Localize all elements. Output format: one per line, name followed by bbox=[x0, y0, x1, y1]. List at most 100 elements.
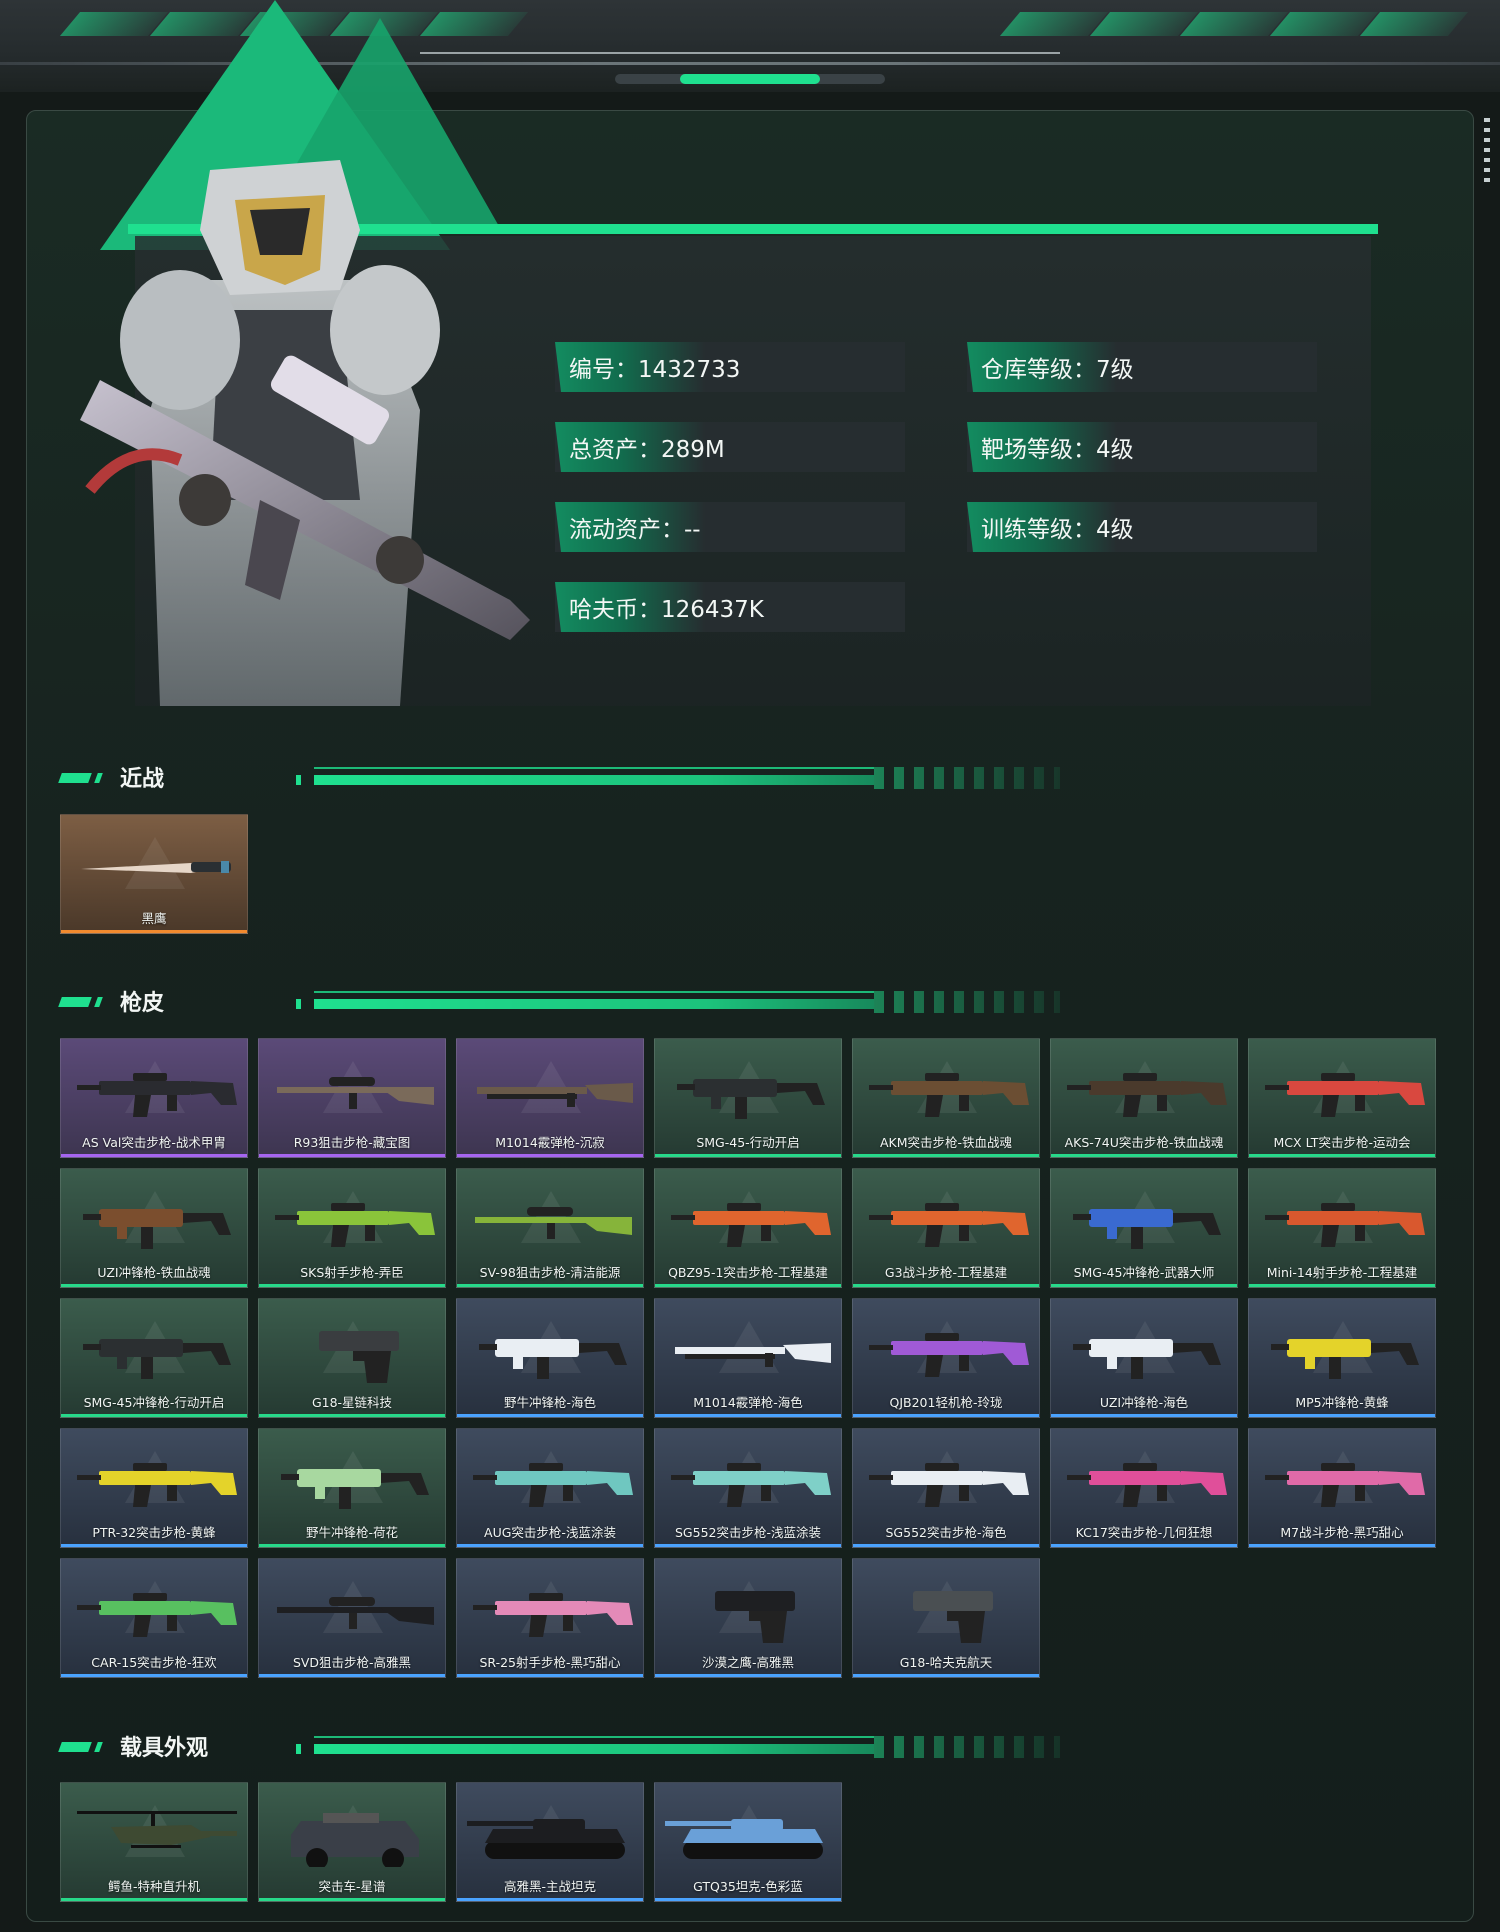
skins-item-card[interactable]: SG552突击步枪-海色 bbox=[852, 1428, 1040, 1548]
item-name: SKS射手步枪-弄臣 bbox=[300, 1265, 404, 1280]
smg-icon bbox=[83, 1339, 231, 1379]
item-name: 野牛冲锋枪-海色 bbox=[503, 1395, 596, 1410]
skins-item-card[interactable]: SMG-45冲锋枪-行动开启 bbox=[60, 1298, 248, 1418]
item-name: AS Val突击步枪-战术甲胄 bbox=[82, 1135, 226, 1150]
header-pill-active bbox=[680, 74, 820, 84]
skins-item-card[interactable]: Mini-14射手步枪-工程基建 bbox=[1248, 1168, 1436, 1288]
skins-item-card[interactable]: MP5冲锋枪-黄蜂 bbox=[1248, 1298, 1436, 1418]
skins-item-card[interactable]: G18-星链科技 bbox=[258, 1298, 446, 1418]
skins-item-card[interactable]: QJB201轻机枪-玲珑 bbox=[852, 1298, 1040, 1418]
skins-item-card[interactable]: MCX LT突击步枪-运动会 bbox=[1248, 1038, 1436, 1158]
skins-item-card[interactable]: G3战斗步枪-工程基建 bbox=[852, 1168, 1040, 1288]
shotgun-icon bbox=[477, 1083, 633, 1107]
sniper-icon bbox=[475, 1207, 632, 1239]
vehicles-item-card[interactable]: 突击车-星谱 bbox=[258, 1782, 446, 1902]
skins-item-card[interactable]: SKS射手步枪-弄臣 bbox=[258, 1168, 446, 1288]
item-name: G18-哈夫克航天 bbox=[899, 1655, 993, 1670]
rarity-bar bbox=[1051, 1414, 1237, 1417]
skins-item-card[interactable]: AS Val突击步枪-战术甲胄 bbox=[60, 1038, 248, 1158]
rarity-bar bbox=[1249, 1284, 1435, 1287]
stat-currency: 哈夫币：126437K bbox=[555, 582, 905, 632]
skins-item-card[interactable]: UZI冲锋枪-铁血战魂 bbox=[60, 1168, 248, 1288]
skins-item-card[interactable]: M1014霰弹枪-海色 bbox=[654, 1298, 842, 1418]
skins-item-card[interactable]: R93狙击步枪-藏宝图 bbox=[258, 1038, 446, 1158]
rifle-icon bbox=[869, 1203, 1029, 1247]
item-name: SMG-45冲锋枪-行动开启 bbox=[83, 1395, 225, 1410]
skins-item-card[interactable]: SMG-45冲锋枪-武器大师 bbox=[1050, 1168, 1238, 1288]
rarity-bar bbox=[457, 1154, 643, 1157]
skins-item-card[interactable]: QBZ95-1突击步枪-工程基建 bbox=[654, 1168, 842, 1288]
rarity-bar bbox=[259, 1898, 445, 1901]
rarity-bar bbox=[655, 1674, 841, 1677]
skins-item-card[interactable]: AKS-74U突击步枪-铁血战魂 bbox=[1050, 1038, 1238, 1158]
skins-item-card[interactable]: 野牛冲锋枪-荷花 bbox=[258, 1428, 446, 1548]
rarity-bar bbox=[259, 1154, 445, 1157]
skins-item-card[interactable]: UZI冲锋枪-海色 bbox=[1050, 1298, 1238, 1418]
smg-icon bbox=[479, 1339, 627, 1379]
rifle-icon bbox=[77, 1073, 237, 1117]
skins-item-card[interactable]: AUG突击步枪-浅蓝涂装 bbox=[456, 1428, 644, 1548]
skins-item-card[interactable]: SVD狙击步枪-高雅黑 bbox=[258, 1558, 446, 1678]
header-stripe bbox=[1359, 12, 1469, 36]
pistol-icon bbox=[319, 1331, 399, 1383]
rifle-icon bbox=[77, 1593, 237, 1637]
skins-item-card[interactable]: M7战斗步枪-黑巧甜心 bbox=[1248, 1428, 1436, 1548]
skins-item-card[interactable]: 野牛冲锋枪-海色 bbox=[456, 1298, 644, 1418]
skins-item-card[interactable]: M1014霰弹枪-沉寂 bbox=[456, 1038, 644, 1158]
tank-icon bbox=[665, 1819, 823, 1859]
rifle-icon bbox=[869, 1073, 1029, 1117]
rifle-icon bbox=[1067, 1463, 1227, 1507]
item-name: QBZ95-1突击步枪-工程基建 bbox=[668, 1265, 828, 1280]
smg-icon bbox=[1073, 1209, 1221, 1249]
item-name: SG552突击步枪-浅蓝涂装 bbox=[675, 1525, 821, 1540]
smg-icon bbox=[83, 1209, 231, 1249]
header-line bbox=[420, 52, 1060, 54]
helicopter-icon bbox=[77, 1811, 237, 1848]
rarity-bar bbox=[1051, 1544, 1237, 1547]
rifle-icon bbox=[1265, 1463, 1425, 1507]
stat-text: 流动资产：-- bbox=[569, 517, 701, 543]
rarity-bar bbox=[457, 1544, 643, 1547]
section-marker bbox=[296, 775, 301, 785]
skins-item-card[interactable]: CAR-15突击步枪-狂欢 bbox=[60, 1558, 248, 1678]
item-name: Mini-14射手步枪-工程基建 bbox=[1266, 1265, 1418, 1280]
skins-item-card[interactable]: SG552突击步枪-浅蓝涂装 bbox=[654, 1428, 842, 1548]
section-header-skins: 枪皮 bbox=[58, 987, 1060, 1017]
item-name: AKM突击步枪-铁血战魂 bbox=[879, 1135, 1013, 1150]
skins-item-card[interactable]: SMG-45-行动开启 bbox=[654, 1038, 842, 1158]
rifle-icon bbox=[869, 1463, 1029, 1507]
item-name: SR-25射手步枪-黑巧甜心 bbox=[479, 1655, 621, 1670]
skins-item-card[interactable]: PTR-32突击步枪-黄蜂 bbox=[60, 1428, 248, 1548]
rarity-bar bbox=[655, 1414, 841, 1417]
skins-item-card[interactable]: SR-25射手步枪-黑巧甜心 bbox=[456, 1558, 644, 1678]
skins-item-card[interactable]: KC17突击步枪-几何狂想 bbox=[1050, 1428, 1238, 1548]
section-marker bbox=[94, 773, 103, 783]
skins-item-card[interactable]: AKM突击步枪-铁血战魂 bbox=[852, 1038, 1040, 1158]
rifle-icon bbox=[869, 1333, 1029, 1377]
section-title: 近战 bbox=[120, 767, 165, 792]
stat-text: 哈夫币：126437K bbox=[569, 597, 764, 623]
item-name: AKS-74U突击步枪-铁血战魂 bbox=[1064, 1135, 1224, 1150]
section-line bbox=[314, 991, 874, 993]
item-name: MCX LT突击步枪-运动会 bbox=[1273, 1135, 1411, 1150]
rarity-bar bbox=[61, 930, 247, 933]
skins-item-card[interactable]: G18-哈夫克航天 bbox=[852, 1558, 1040, 1678]
stat-text: 编号：1432733 bbox=[569, 357, 741, 383]
item-name: QJB201轻机枪-玲珑 bbox=[889, 1395, 1003, 1410]
stat-text: 训练等级：4级 bbox=[981, 517, 1134, 543]
armored-car-icon bbox=[291, 1813, 419, 1867]
rarity-bar bbox=[61, 1284, 247, 1287]
vehicles-item-card[interactable]: GTQ35坦克-色彩蓝 bbox=[654, 1782, 842, 1902]
rarity-bar bbox=[853, 1414, 1039, 1417]
vehicles-item-card[interactable]: 鳄鱼-特种直升机 bbox=[60, 1782, 248, 1902]
skins-item-card[interactable]: 沙漠之鹰-高雅黑 bbox=[654, 1558, 842, 1678]
vehicles-item-card[interactable]: 高雅黑-主战坦克 bbox=[456, 1782, 644, 1902]
section-line bbox=[314, 999, 874, 1009]
section-marker bbox=[296, 1744, 301, 1754]
stat-liquid-assets: 流动资产：-- bbox=[555, 502, 905, 552]
skins-item-card[interactable]: SV-98狙击步枪-清洁能源 bbox=[456, 1168, 644, 1288]
section-marker bbox=[296, 999, 301, 1009]
rifle-icon bbox=[77, 1463, 237, 1507]
item-name: AUG突击步枪-浅蓝涂装 bbox=[484, 1525, 616, 1540]
melee-item-card[interactable]: 黑鹰 bbox=[60, 814, 248, 934]
